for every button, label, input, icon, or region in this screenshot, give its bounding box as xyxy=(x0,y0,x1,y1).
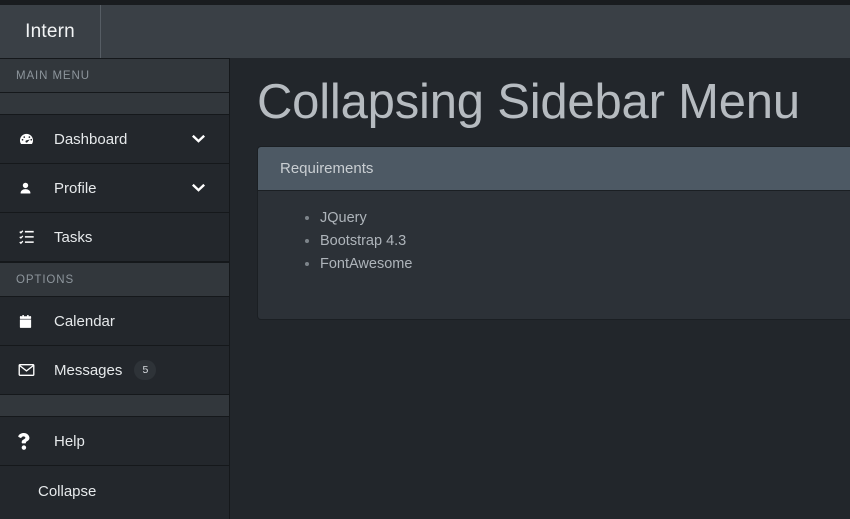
navbar-brand-label: Intern xyxy=(25,20,75,42)
app-root: Intern MAIN MENU Dashboard Profile Tasks OPT… xyxy=(0,0,850,519)
sidebar-item-messages[interactable]: Messages 5 xyxy=(0,346,229,395)
navbar-empty-area xyxy=(101,5,850,58)
requirements-list: JQueryBootstrap 4.3FontAwesome xyxy=(258,207,850,276)
sidebar-item-profile[interactable]: Profile xyxy=(0,164,229,213)
sidebar-item-tasks[interactable]: Tasks xyxy=(0,213,229,262)
page-title: Collapsing Sidebar Menu xyxy=(257,75,800,129)
sidebar-collapse-toggle[interactable]: Collapse xyxy=(0,466,229,516)
sidebar-item-label: Messages xyxy=(54,361,123,379)
chevron-down-icon[interactable] xyxy=(192,134,205,144)
sidebar-section-label: OPTIONS xyxy=(16,273,75,286)
requirement-item: FontAwesome xyxy=(320,253,850,276)
card-header: Requirements xyxy=(258,146,850,191)
sidebar-item-dashboard[interactable]: Dashboard xyxy=(0,115,229,164)
sidebar-section-main-menu: MAIN MENU xyxy=(0,58,229,93)
sidebar-gap-top xyxy=(0,93,229,115)
envelope-icon xyxy=(18,363,44,377)
sidebar: MAIN MENU Dashboard Profile Tasks OPTIONS Cal… xyxy=(0,58,230,519)
user-icon xyxy=(18,180,44,197)
sidebar-item-calendar[interactable]: Calendar xyxy=(0,297,229,346)
sidebar-item-label: Profile xyxy=(54,179,97,197)
requirements-card: Requirements JQueryBootstrap 4.3FontAwes… xyxy=(257,145,850,320)
calendar-icon xyxy=(18,313,44,330)
sidebar-item-label: Help xyxy=(54,432,85,450)
sidebar-item-label: Tasks xyxy=(54,228,93,246)
messages-count-badge: 5 xyxy=(134,359,157,381)
sidebar-item-help[interactable]: Help xyxy=(0,417,229,466)
sidebar-item-label: Calendar xyxy=(54,312,115,330)
sidebar-section-label: MAIN MENU xyxy=(16,69,90,82)
sidebar-collapse-label: Collapse xyxy=(38,482,97,500)
navbar-brand[interactable]: Intern xyxy=(0,5,100,58)
tasks-list-icon xyxy=(18,229,44,245)
requirement-item: Bootstrap 4.3 xyxy=(320,230,850,253)
question-mark-icon xyxy=(18,432,44,450)
card-body: JQueryBootstrap 4.3FontAwesome xyxy=(258,190,850,319)
top-navbar: Intern xyxy=(0,5,850,58)
requirement-item: JQuery xyxy=(320,207,850,230)
sidebar-gap-bottom xyxy=(0,395,229,417)
sidebar-section-options: OPTIONS xyxy=(0,262,229,297)
main-content: Collapsing Sidebar Menu Requirements JQu… xyxy=(231,58,850,519)
tachometer-icon xyxy=(18,131,44,148)
chevron-down-icon[interactable] xyxy=(192,183,205,193)
sidebar-item-label: Dashboard xyxy=(54,130,128,148)
